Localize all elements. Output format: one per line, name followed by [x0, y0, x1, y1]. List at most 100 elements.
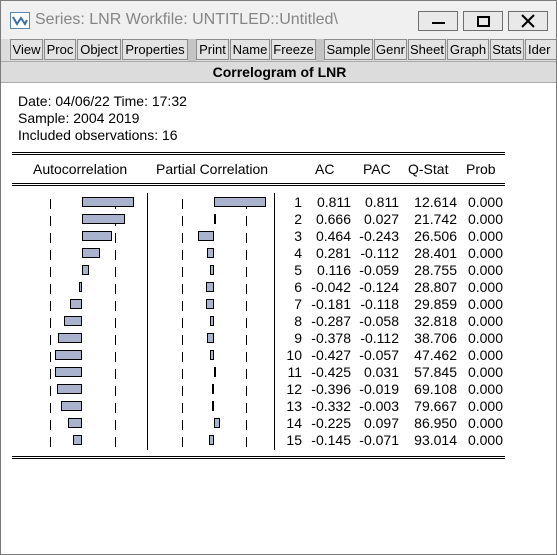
pac-cell: 0.097 — [363, 415, 399, 431]
confidence-bound-tick — [246, 216, 247, 226]
ac-cell: -0.042 — [311, 279, 351, 295]
confidence-bound-tick — [182, 301, 183, 311]
autocorrelation-bar — [70, 299, 82, 309]
table-bottom-rule — [12, 458, 505, 459]
ac-cell: -0.225 — [311, 415, 351, 431]
view-header: Correlogram of LNR — [1, 61, 556, 83]
qstat-cell: 79.667 — [414, 398, 457, 414]
qstat-cell: 86.950 — [414, 415, 457, 431]
table-bottom-rule — [12, 456, 505, 457]
partial-correlation-bar — [207, 333, 214, 343]
ac-cell: 0.811 — [317, 194, 351, 210]
prob-cell: 0.000 — [467, 313, 503, 329]
ac-cell: -0.145 — [311, 432, 351, 448]
ac-cell: -0.332 — [311, 398, 351, 414]
qstat-cell: 32.818 — [414, 313, 457, 329]
prob-cell: 0.000 — [467, 381, 503, 397]
freeze-button[interactable]: Freeze — [271, 39, 316, 60]
lag-cell: 6 — [294, 279, 302, 295]
ac-cell: -0.181 — [311, 296, 351, 312]
prob-cell: 0.000 — [467, 415, 503, 431]
pac-cell: -0.059 — [359, 262, 399, 278]
properties-button[interactable]: Properties — [122, 39, 188, 60]
window-title: Series: LNR Workfile: UNTITLED::Untitled… — [35, 11, 338, 28]
partial-correlation-bar — [212, 401, 214, 411]
qstat-cell: 28.807 — [414, 279, 457, 295]
confidence-bound-tick — [50, 386, 51, 396]
confidence-bound-tick — [182, 318, 183, 328]
ac-cell: -0.378 — [311, 330, 351, 346]
stats-button[interactable]: Stats — [490, 39, 524, 60]
confidence-bound-tick — [115, 284, 116, 294]
partial-correlation-bar — [210, 316, 214, 326]
object-button[interactable]: Object — [77, 39, 121, 60]
pac-cell: 0.811 — [365, 194, 399, 210]
confidence-bound-tick — [182, 437, 183, 447]
prob-cell: 0.000 — [467, 279, 503, 295]
pac-cell: -0.058 — [359, 313, 399, 329]
close-button[interactable] — [508, 11, 548, 31]
lag-cell: 15 — [286, 432, 302, 448]
confidence-bound-tick — [115, 233, 116, 243]
confidence-bound-tick — [246, 318, 247, 328]
confidence-bound-tick — [182, 420, 183, 430]
confidence-bound-tick — [246, 284, 247, 294]
name-button[interactable]: Name — [230, 39, 270, 60]
confidence-bound-tick — [50, 284, 51, 294]
lag-cell: 13 — [286, 398, 302, 414]
maximize-button[interactable] — [463, 11, 503, 31]
proc-button[interactable]: Proc — [44, 39, 76, 60]
toolbar-separator — [316, 39, 324, 61]
ac-cell: -0.287 — [311, 313, 351, 329]
pac-cell: -0.118 — [360, 296, 399, 312]
print-button[interactable]: Print — [196, 39, 229, 60]
qstat-cell: 21.742 — [414, 211, 457, 227]
confidence-bound-tick — [50, 420, 51, 430]
confidence-bound-tick — [246, 301, 247, 311]
graph-button[interactable]: Graph — [447, 39, 489, 60]
confidence-bound-tick — [182, 386, 183, 396]
confidence-bound-tick — [182, 352, 183, 362]
partial-correlation-bar — [209, 435, 214, 445]
qstat-cell: 12.614 — [414, 194, 457, 210]
confidence-bound-tick — [50, 318, 51, 328]
confidence-bound-tick — [50, 233, 51, 243]
prob-cell: 0.000 — [467, 262, 503, 278]
confidence-bound-tick — [182, 403, 183, 413]
confidence-bound-tick — [246, 369, 247, 379]
confidence-bound-tick — [115, 318, 116, 328]
autocorrelation-bar — [55, 367, 82, 377]
sheet-button[interactable]: Sheet — [408, 39, 446, 60]
toolbar-separator — [188, 39, 196, 61]
minimize-button[interactable] — [418, 11, 458, 31]
view-button[interactable]: View — [10, 39, 43, 60]
confidence-bound-tick — [182, 284, 183, 294]
autocorrelation-bar — [61, 401, 82, 411]
sample-button[interactable]: Sample — [324, 39, 373, 60]
confidence-bound-tick — [246, 352, 247, 362]
pac-cell: 0.031 — [363, 364, 399, 380]
prob-cell: 0.000 — [467, 364, 503, 380]
prob-header: Prob — [466, 161, 496, 177]
confidence-bound-tick — [50, 267, 51, 277]
prob-cell: 0.000 — [467, 432, 503, 448]
ident-button[interactable]: Ider — [525, 39, 556, 60]
autocorrelation-header: Autocorrelation — [33, 161, 128, 177]
genr-button[interactable]: Genr — [374, 39, 407, 60]
confidence-bound-tick — [182, 369, 183, 379]
partial-correlation-bar — [212, 384, 214, 394]
lag-cell: 2 — [294, 211, 302, 227]
qstat-cell: 93.014 — [414, 432, 457, 448]
pac-cell: -0.112 — [360, 330, 399, 346]
lag-cell: 11 — [287, 364, 302, 380]
confidence-bound-tick — [246, 335, 247, 345]
table-top-rule — [12, 154, 505, 155]
confidence-bound-tick — [246, 250, 247, 260]
qstat-cell: 29.859 — [414, 296, 457, 312]
autocorrelation-bar — [82, 248, 100, 258]
confidence-bound-tick — [115, 250, 116, 260]
confidence-bound-tick — [115, 352, 116, 362]
toolbar: View Proc Object Properties Print Name F… — [1, 39, 556, 61]
confidence-bound-tick — [246, 437, 247, 447]
title-bar[interactable]: Series: LNR Workfile: UNTITLED::Untitled… — [1, 1, 556, 39]
